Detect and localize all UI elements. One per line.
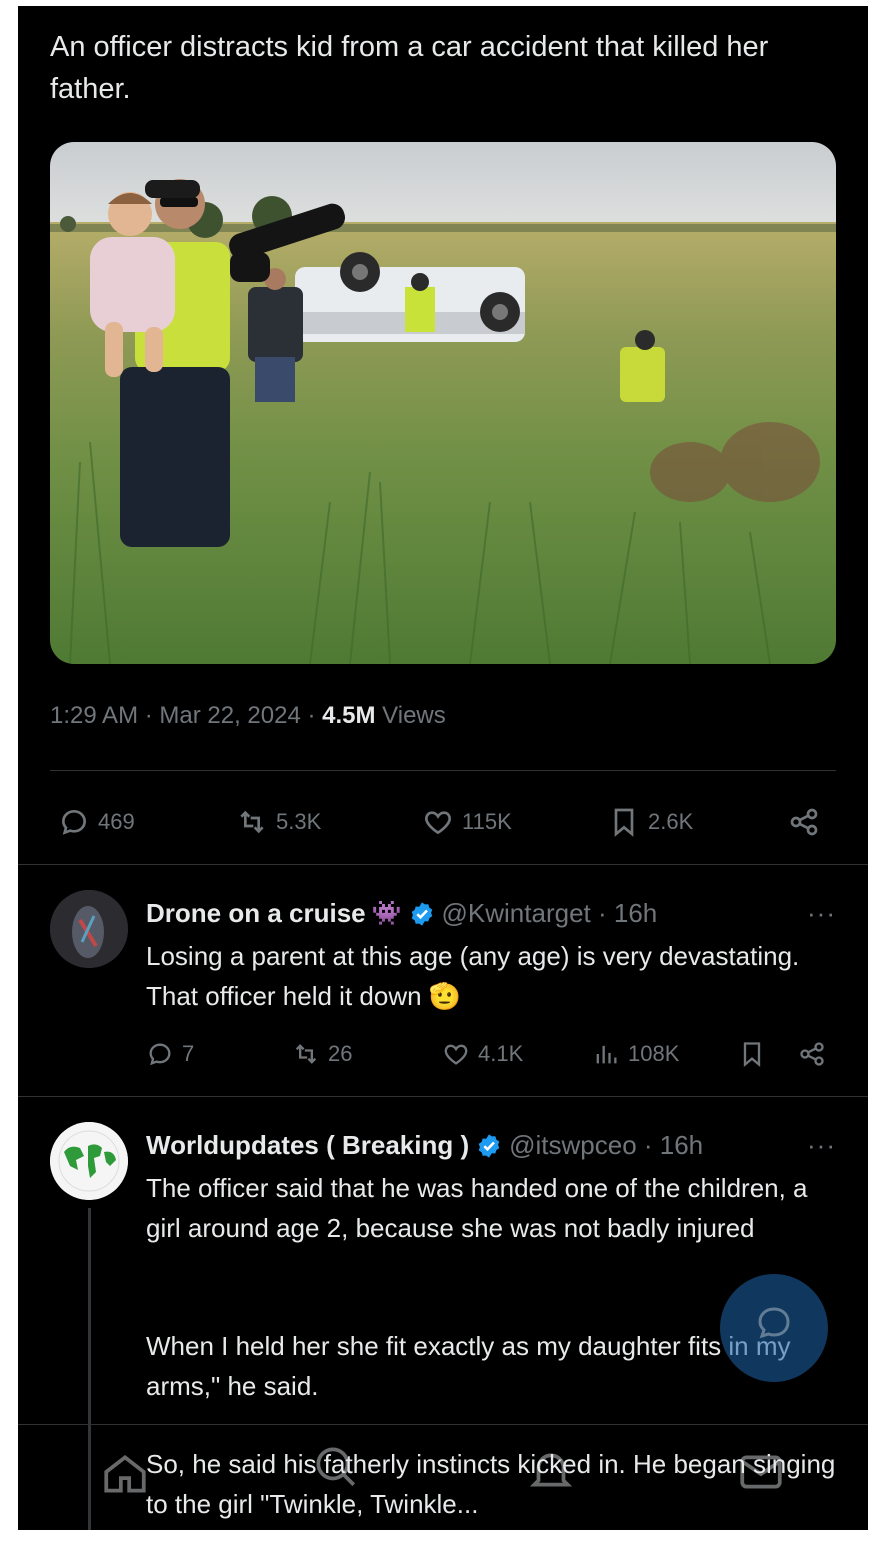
tweet-detail-screen: An officer distracts kid from a car acci…	[18, 6, 868, 1530]
compose-button[interactable]	[720, 1274, 828, 1382]
avatar[interactable]	[50, 890, 128, 968]
compose-icon	[758, 1307, 790, 1339]
reply-handle[interactable]: @Kwintarget · 16h	[442, 898, 658, 929]
post-action-bar: 469 5.3K 115K 2.6K	[18, 796, 868, 850]
repost-count: 26	[328, 1041, 353, 1066]
views-count: 108K	[628, 1041, 680, 1066]
home-icon[interactable]	[100, 1449, 150, 1499]
reply-count: 7	[182, 1041, 195, 1066]
reply-count: 469	[98, 809, 135, 834]
post-meta: 1:29 AM · Mar 22, 2024 · 4.5M Views	[50, 702, 446, 730]
space-invader-icon: 👾	[371, 900, 402, 927]
accident-scene-image	[50, 142, 836, 664]
bookmark-icon	[743, 1042, 761, 1067]
bookmark-icon	[614, 808, 634, 837]
reply-button[interactable]: 7	[146, 1040, 194, 1068]
like-button[interactable]: 115K	[422, 806, 512, 838]
share-icon	[790, 808, 818, 836]
verified-icon	[411, 901, 432, 926]
messages-icon[interactable]	[736, 1447, 786, 1497]
reply-header: Worldupdates ( Breaking ) @itswpceo · 16…	[146, 1130, 703, 1161]
share-button[interactable]	[798, 1040, 826, 1068]
bookmark-button[interactable]: 2.6K	[608, 806, 693, 838]
post-views-label: Views	[375, 702, 446, 729]
post-timestamp[interactable]: 1:29 AM · Mar 22, 2024 ·	[50, 702, 322, 729]
repost-icon	[240, 810, 264, 834]
reply-text: Losing a parent at this age (any age) is…	[146, 936, 846, 1016]
repost-button[interactable]: 26	[292, 1040, 352, 1068]
more-options-button[interactable]: ···	[807, 898, 836, 929]
globe-avatar-image	[50, 1122, 128, 1200]
reply-drone-on-a-cruise[interactable]: Drone on a cruise 👾 @Kwintarget · 16h ··…	[18, 864, 868, 1096]
reply-handle[interactable]: @itswpceo · 16h	[509, 1130, 703, 1161]
reply-action-bar: 7 26 4.1K 108K	[146, 1040, 848, 1080]
repost-count: 5.3K	[276, 809, 322, 834]
reply-author-name[interactable]: Worldupdates ( Breaking )	[146, 1130, 469, 1161]
post-views-count: 4.5M	[322, 702, 376, 729]
repost-button[interactable]: 5.3K	[236, 806, 321, 838]
more-options-button[interactable]: ···	[807, 1130, 836, 1161]
avatar-image	[50, 890, 128, 968]
notifications-icon[interactable]	[526, 1445, 576, 1495]
reply-icon	[149, 1043, 171, 1066]
saluting-face-emoji: 🫡	[428, 981, 462, 1011]
reply-paragraph-1: The officer said that he was handed one …	[146, 1173, 808, 1243]
like-count: 4.1K	[478, 1041, 524, 1066]
bottom-navigation	[18, 1424, 868, 1530]
share-button[interactable]	[788, 806, 820, 838]
like-icon	[444, 1044, 468, 1065]
search-icon[interactable]	[310, 1441, 360, 1491]
repost-icon	[295, 1044, 317, 1064]
verified-icon	[478, 1133, 500, 1158]
bookmark-button[interactable]	[738, 1040, 766, 1068]
reply-text-content: Losing a parent at this age (any age) is…	[146, 941, 800, 1011]
reply-icon	[61, 809, 87, 835]
views-icon	[596, 1045, 617, 1064]
post-text: An officer distracts kid from a car acci…	[50, 31, 769, 105]
like-count: 115K	[462, 809, 512, 834]
views-button[interactable]: 108K	[592, 1040, 679, 1068]
share-icon	[800, 1042, 824, 1066]
like-button[interactable]: 4.1K	[442, 1040, 523, 1068]
bookmark-count: 2.6K	[648, 809, 694, 834]
avatar[interactable]	[50, 1122, 128, 1200]
reply-button[interactable]: 469	[58, 806, 135, 838]
post-photo[interactable]	[50, 142, 836, 664]
divider	[50, 770, 836, 771]
reply-header: Drone on a cruise 👾 @Kwintarget · 16h	[146, 898, 657, 929]
reply-author-name[interactable]: Drone on a cruise	[146, 898, 366, 929]
like-icon	[425, 811, 451, 835]
